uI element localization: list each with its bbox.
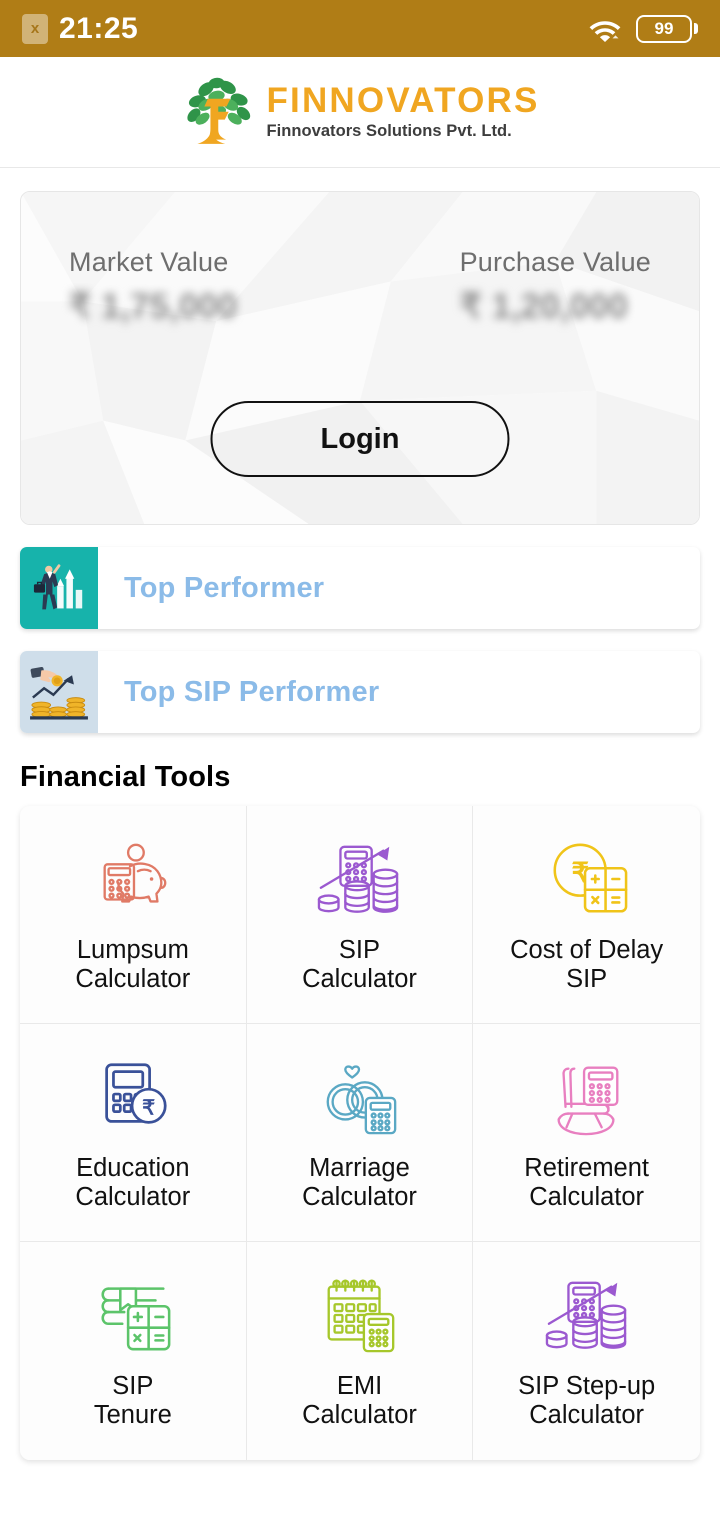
tool-education-calculator[interactable]: ₹ Education Calculator	[20, 1024, 247, 1242]
main-content: Market Value ₹ 1,75,000 Purchase Value ₹…	[0, 168, 720, 1520]
top-performer-banner[interactable]: Top Performer	[20, 547, 700, 629]
tool-cost-of-delay-sip[interactable]: ₹ Cost of Delay SIP	[473, 806, 700, 1024]
hand-coin-stacks-growth-icon	[20, 651, 98, 733]
login-button[interactable]: Login	[210, 401, 510, 477]
tree-logo-icon	[180, 70, 260, 155]
purchase-value-amount: ₹ 1,20,000	[459, 287, 628, 327]
calculator-rupee-coin-icon: ₹	[86, 1054, 180, 1140]
tool-marriage-calculator[interactable]: Marriage Calculator	[246, 1024, 474, 1242]
calculator-coins-arrow-icon	[540, 1272, 634, 1358]
wifi-icon	[588, 16, 622, 42]
calendar-calculator-icon	[312, 1272, 406, 1358]
tool-label: Education Calculator	[75, 1153, 191, 1211]
market-value-block: Market Value ₹ 1,75,000	[69, 246, 237, 328]
tool-emi-calculator[interactable]: EMI Calculator	[246, 1242, 474, 1460]
top-sip-performer-label: Top SIP Performer	[124, 675, 380, 708]
top-performer-label: Top Performer	[124, 571, 325, 604]
wedding-rings-calculator-icon	[312, 1054, 406, 1140]
app-header: FINNOVATORS Finnovators Solutions Pvt. L…	[0, 57, 720, 168]
tool-label: SIP Calculator	[302, 935, 417, 993]
businessman-growth-chart-icon	[20, 547, 98, 629]
brand-text: FINNOVATORS Finnovators Solutions Pvt. L…	[266, 81, 540, 141]
status-bar-right: 99	[588, 14, 698, 43]
tool-label: Marriage Calculator	[302, 1153, 417, 1211]
tool-label: SIP Step-up Calculator	[518, 1372, 656, 1429]
brand-logo: FINNOVATORS Finnovators Solutions Pvt. L…	[180, 70, 539, 155]
battery-level-text: 99	[654, 19, 674, 38]
value-row: Market Value ₹ 1,75,000 Purchase Value ₹…	[21, 246, 699, 328]
portfolio-summary-card: Market Value ₹ 1,75,000 Purchase Value ₹…	[20, 191, 700, 525]
tool-label: Cost of Delay SIP	[510, 935, 664, 993]
financial-tools-grid: Lumpsum Calculator SIP Calculator ₹ Cost…	[20, 806, 700, 1460]
status-bar: x 21:25 99	[0, 0, 720, 57]
tool-lumpsum-calculator[interactable]: Lumpsum Calculator	[20, 806, 247, 1024]
tool-label: SIP Tenure	[93, 1372, 172, 1429]
brand-tagline: Finnovators Solutions Pvt. Ltd.	[266, 121, 512, 140]
tool-sip-tenure[interactable]: SIP Tenure	[20, 1242, 247, 1460]
status-bar-left: x 21:25	[22, 12, 138, 46]
tool-label: Retirement Calculator	[524, 1153, 650, 1211]
tool-label: EMI Calculator	[302, 1372, 417, 1429]
book-bookmark-calculator-icon	[86, 1272, 180, 1358]
market-value-label: Market Value	[69, 247, 229, 277]
tool-sip-step-up-calculator[interactable]: SIP Step-up Calculator	[473, 1242, 700, 1460]
tool-sip-calculator[interactable]: SIP Calculator	[246, 806, 474, 1024]
calculator-coins-arrow-icon	[312, 836, 406, 922]
market-value-amount: ₹ 1,75,000	[69, 287, 238, 327]
piggy-bank-calculator-icon	[86, 836, 180, 922]
sim-x-icon: x	[22, 13, 48, 44]
rocking-chair-calculator-icon	[540, 1054, 634, 1140]
purchase-value-block: Purchase Value ₹ 1,20,000	[460, 246, 651, 328]
brand-name: FINNOVATORS	[266, 81, 540, 121]
rupee-coin-calculator-icon: ₹	[540, 836, 634, 922]
status-bar-clock: 21:25	[59, 11, 139, 45]
svg-text:₹: ₹	[142, 1097, 155, 1120]
tool-label: Lumpsum Calculator	[75, 935, 191, 993]
tool-retirement-calculator[interactable]: Retirement Calculator	[473, 1024, 700, 1242]
battery-icon: 99	[636, 14, 698, 43]
financial-tools-title: Financial Tools	[20, 761, 231, 793]
purchase-value-label: Purchase Value	[459, 247, 651, 277]
top-sip-performer-banner[interactable]: Top SIP Performer	[20, 651, 700, 733]
